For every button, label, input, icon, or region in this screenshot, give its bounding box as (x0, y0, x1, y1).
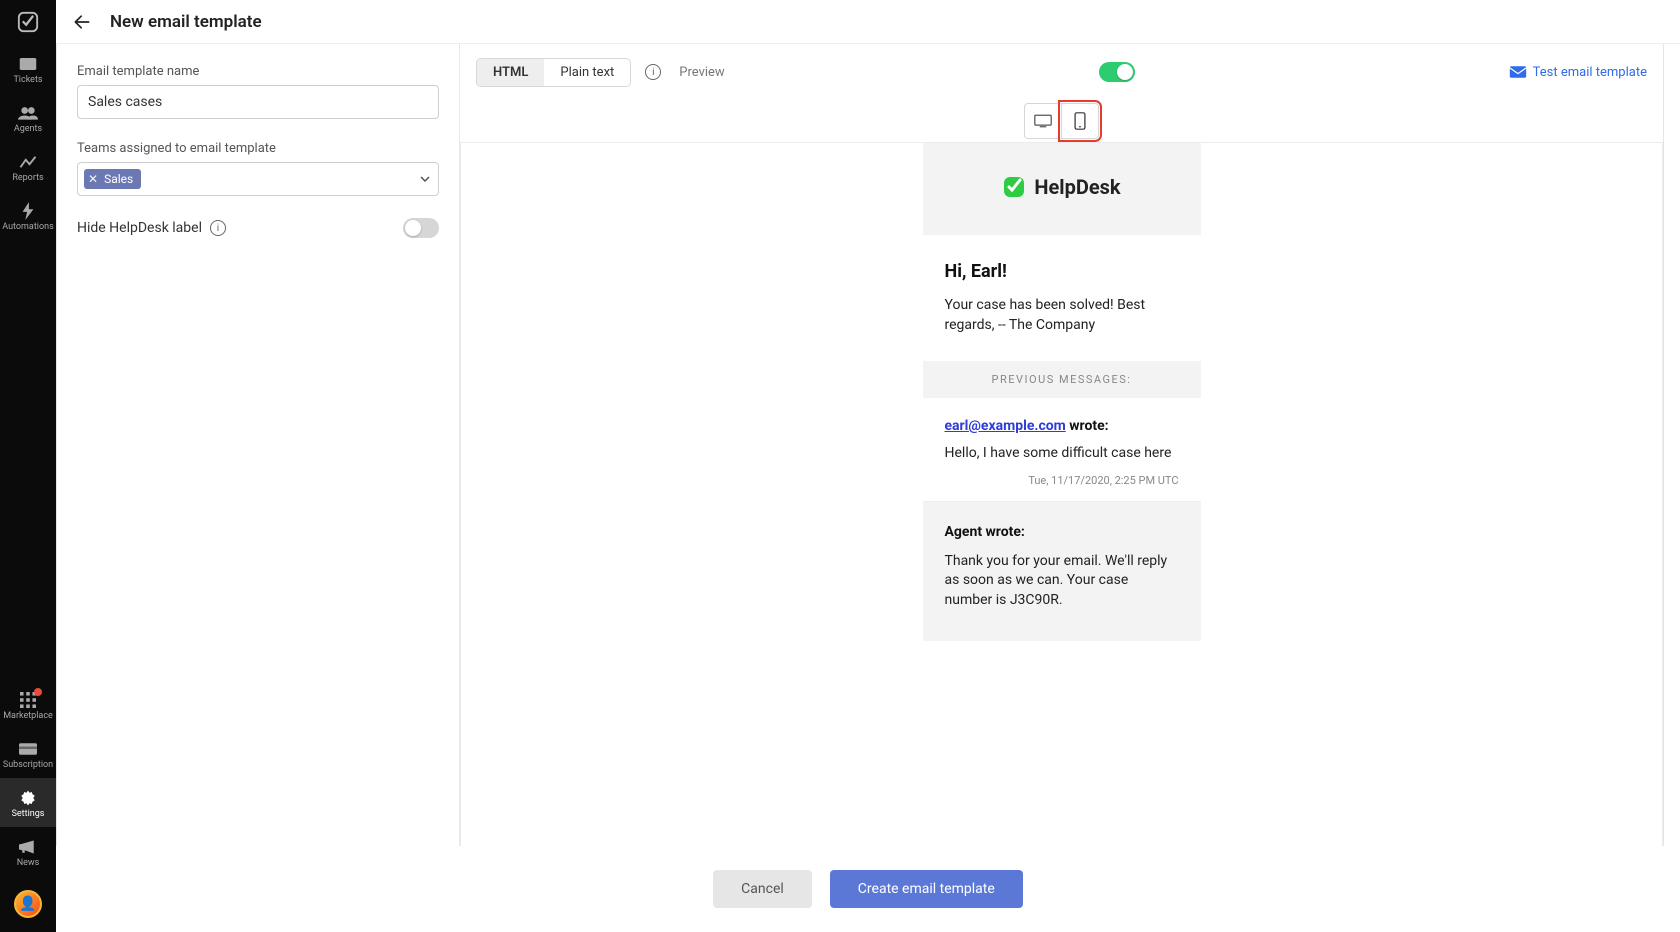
email-greeting: Hi, Earl! (945, 261, 1179, 282)
agent-from: Agent wrote: (945, 524, 1179, 540)
page-header: New email template (56, 0, 1680, 44)
wrote-suffix: wrote: (1066, 418, 1109, 434)
segment-html[interactable]: HTML (477, 59, 544, 86)
back-button[interactable] (68, 8, 96, 36)
footer-actions: Cancel Create email template (56, 846, 1680, 932)
desktop-icon (1034, 114, 1052, 128)
cancel-button[interactable]: Cancel (713, 870, 812, 908)
sidebar-label: Automations (2, 223, 53, 232)
sidebar-item-reports[interactable]: Reports (0, 142, 56, 191)
preview-toggle[interactable] (1099, 62, 1135, 82)
sidebar-label: Marketplace (3, 712, 53, 721)
sidebar-label: News (17, 859, 40, 868)
previous-messages-label: PREVIOUS MESSAGES: (923, 361, 1201, 398)
mobile-view-button[interactable] (1061, 103, 1099, 139)
format-segment: HTML Plain text (476, 58, 631, 87)
message-timestamp: Tue, 11/17/2020, 2:25 PM UTC (945, 474, 1179, 487)
gear-icon (18, 788, 38, 808)
team-chip: ✕ Sales (84, 169, 141, 189)
hide-label-row: Hide HelpDesk label i (77, 218, 439, 238)
sidebar-label: Settings (12, 810, 45, 819)
previous-message: earl@example.com wrote: Hello, I have so… (923, 398, 1201, 502)
apps-icon (18, 690, 38, 710)
mobile-icon (1074, 112, 1086, 130)
email-preview: HelpDesk Hi, Earl! Your case has been so… (923, 143, 1201, 930)
message-body: Hello, I have some difficult case here (945, 444, 1179, 464)
template-name-input[interactable] (77, 85, 439, 119)
email-header: HelpDesk (923, 143, 1201, 235)
preview-label: Preview (679, 65, 724, 80)
teams-label: Teams assigned to email template (77, 141, 439, 156)
mail-icon (1509, 65, 1527, 79)
reports-icon (18, 152, 38, 172)
sidebar-item-tickets[interactable]: Tickets (0, 44, 56, 93)
megaphone-icon (18, 837, 38, 857)
sidebar-item-agents[interactable]: Agents (0, 93, 56, 142)
app-logo (0, 0, 56, 44)
preview-toolbar: HTML Plain text i Preview Test email tem… (460, 44, 1663, 100)
helpdesk-logo-icon (1002, 175, 1026, 199)
template-name-label: Email template name (77, 64, 439, 79)
sidebar-item-marketplace[interactable]: Marketplace (0, 680, 56, 729)
sidebar-label: Tickets (13, 76, 42, 85)
chip-label: Sales (104, 172, 133, 186)
sidebar-item-news[interactable]: News (0, 827, 56, 876)
user-avatar[interactable]: 👤 (14, 890, 42, 918)
info-icon[interactable]: i (645, 64, 661, 80)
content-area: Email template name Teams assigned to em… (56, 44, 1664, 932)
create-button[interactable]: Create email template (830, 870, 1023, 908)
teams-select[interactable]: ✕ Sales (77, 162, 439, 196)
sidebar-item-settings[interactable]: Settings (0, 778, 56, 827)
email-body-card: Hi, Earl! Your case has been solved! Bes… (923, 235, 1201, 361)
hide-label-toggle[interactable] (403, 218, 439, 238)
preview-viewport: HelpDesk Hi, Earl! Your case has been so… (460, 142, 1663, 931)
test-link-label: Test email template (1533, 65, 1647, 80)
card-icon (18, 739, 38, 759)
agent-message: Agent wrote: Thank you for your email. W… (923, 502, 1201, 641)
test-template-link[interactable]: Test email template (1509, 65, 1647, 80)
email-body: Your case has been solved! Best regards,… (945, 296, 1179, 335)
chevron-down-icon (420, 176, 430, 182)
preview-pane: HTML Plain text i Preview Test email tem… (460, 44, 1663, 931)
settings-pane: Email template name Teams assigned to em… (57, 44, 460, 931)
brand-name: HelpDesk (1034, 175, 1120, 199)
info-icon[interactable]: i (210, 220, 226, 236)
sidebar-label: Agents (14, 125, 42, 134)
bolt-icon (18, 201, 38, 221)
checkbox-logo-icon (17, 11, 39, 33)
main-sidebar: Tickets Agents Reports Automations Marke… (0, 0, 56, 932)
viewport-selector (460, 100, 1663, 142)
sidebar-item-automations[interactable]: Automations (0, 191, 56, 240)
agent-body: Thank you for your email. We'll reply as… (945, 552, 1179, 611)
page-title: New email template (110, 12, 262, 32)
ticket-icon (18, 54, 38, 74)
chip-remove-icon[interactable]: ✕ (88, 172, 98, 186)
sidebar-label: Subscription (3, 761, 53, 770)
sidebar-item-subscription[interactable]: Subscription (0, 729, 56, 778)
desktop-view-button[interactable] (1024, 103, 1062, 139)
sender-email-link[interactable]: earl@example.com (945, 418, 1066, 434)
arrow-left-icon (72, 12, 92, 32)
agents-icon (18, 103, 38, 123)
segment-plain[interactable]: Plain text (544, 59, 630, 86)
sidebar-label: Reports (12, 174, 43, 183)
message-from: earl@example.com wrote: (945, 418, 1179, 434)
hide-label-text: Hide HelpDesk label (77, 220, 202, 236)
brand-logo: HelpDesk (1002, 175, 1120, 199)
